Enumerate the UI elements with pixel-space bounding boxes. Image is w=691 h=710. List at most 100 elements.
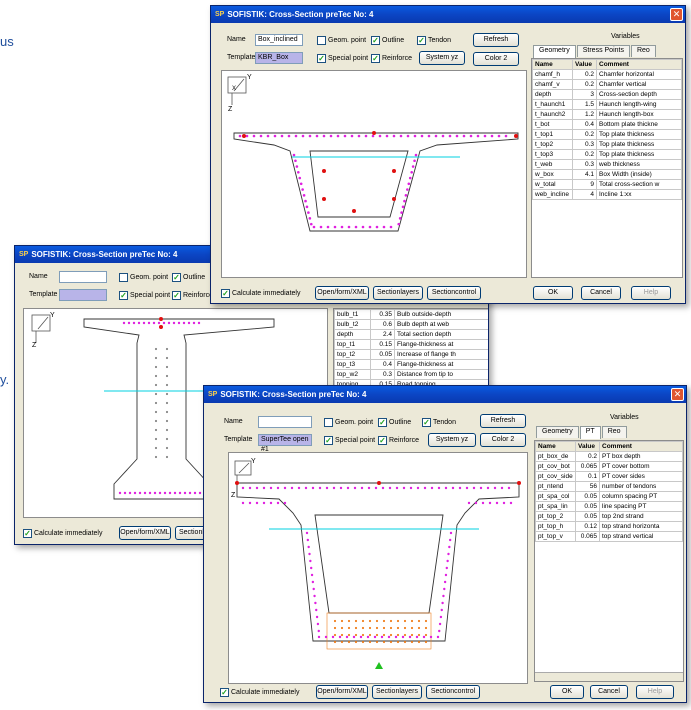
calculate-immediately-checkbox[interactable]: ✓ Calculate immediately	[23, 529, 102, 538]
var-comment-cell[interactable]: PT cover sides	[599, 471, 683, 482]
var-comment-cell[interactable]: Box Width (inside)	[596, 169, 682, 180]
var-name-cell[interactable]: top_t1	[334, 339, 371, 350]
var-comment-cell[interactable]: Cross-section depth	[596, 89, 682, 100]
var-comment-cell[interactable]: Haunch length-wing	[596, 99, 682, 110]
var-value-cell[interactable]: 0.15	[370, 339, 395, 350]
var-comment-cell[interactable]: Top plate thickness	[596, 129, 682, 140]
var-value-cell[interactable]: 0.2	[572, 129, 597, 140]
tab-stress-points[interactable]: Stress Points	[576, 45, 630, 57]
var-value-cell[interactable]: 0.35	[370, 309, 395, 320]
section-canvas[interactable]: Y X Z	[221, 70, 527, 278]
title-bar[interactable]: SP SOFISTIK: Cross-Section preTec No: 4	[204, 386, 686, 403]
tab-geometry[interactable]: Geometry	[533, 45, 576, 58]
section-control-button[interactable]: Sectioncontrol	[427, 286, 481, 300]
var-value-cell[interactable]: 4	[572, 189, 597, 200]
help-button[interactable]: Help	[636, 685, 674, 699]
var-comment-cell[interactable]: Haunch length-box	[596, 109, 682, 120]
table-row[interactable]: web_incline 4 Incline 1:xx	[532, 189, 682, 200]
var-value-cell[interactable]: 0.4	[370, 359, 395, 370]
table-row[interactable]: depth 3 Cross-section depth	[532, 89, 682, 100]
var-name-cell[interactable]: pt_cov_side	[535, 471, 576, 482]
calculate-immediately-checkbox[interactable]: ✓ Calculate immediately	[221, 289, 300, 298]
var-value-cell[interactable]: 0.05	[575, 491, 600, 502]
ok-button[interactable]: OK	[533, 286, 573, 300]
table-row[interactable]: w_total 9 Total cross-section w	[532, 179, 682, 190]
table-row[interactable]: chamf_v 0.2 Chamfer vertical	[532, 79, 682, 90]
var-value-cell[interactable]: 9	[572, 179, 597, 190]
table-row[interactable]: pt_spa_lin 0.05 line spacing PT	[535, 501, 683, 512]
table-row[interactable]: pt_top_h 0.12 top strand horizonta	[535, 521, 683, 532]
var-comment-cell[interactable]: Incline 1:xx	[596, 189, 682, 200]
var-comment-cell[interactable]: Increase of flange th	[394, 349, 488, 360]
reinforce-checkbox[interactable]: ✓ Reinforce	[371, 54, 412, 63]
var-name-cell[interactable]: depth	[532, 89, 573, 100]
template-field[interactable]: SuperTee open #1	[258, 434, 312, 453]
var-value-cell[interactable]: 3	[572, 89, 597, 100]
section-layers-button[interactable]: Sectionlayers	[373, 286, 423, 300]
calculate-immediately-checkbox[interactable]: ✓ Calculate immediately	[220, 688, 299, 697]
var-comment-cell[interactable]: PT box depth	[599, 451, 683, 462]
var-name-cell[interactable]: depth	[334, 329, 371, 340]
horizontal-scrollbar[interactable]	[535, 672, 683, 681]
var-value-cell[interactable]: 0.2	[572, 149, 597, 160]
table-row[interactable]: t_top2 0.3 Top plate thickness	[532, 139, 682, 150]
var-value-cell[interactable]: 0.2	[575, 451, 600, 462]
table-row[interactable]: top_w2 0.3 Distance from tip to	[334, 369, 488, 380]
var-comment-cell[interactable]: top strand horizonta	[599, 521, 683, 532]
close-icon[interactable]: ✕	[670, 8, 683, 21]
column-header-comment[interactable]: Comment	[596, 59, 682, 70]
name-input[interactable]: Box_inclined	[255, 34, 303, 46]
special-point-checkbox[interactable]: ✓ Special point	[324, 436, 375, 445]
reinforce-checkbox[interactable]: ✓ Reinforce	[378, 436, 419, 445]
table-row[interactable]: pt_top_v 0.065 top strand vertical	[535, 531, 683, 542]
var-name-cell[interactable]: chamf_h	[532, 69, 573, 80]
table-row[interactable]: depth 2.4 Total section depth	[334, 329, 488, 340]
special-point-checkbox[interactable]: ✓ Special point	[317, 54, 368, 63]
geom-point-checkbox[interactable]: Geom. point	[317, 36, 366, 45]
table-row[interactable]: t_top1 0.2 Top plate thickness	[532, 129, 682, 140]
table-row[interactable]: pt_top_2 0.05 top 2nd strand	[535, 511, 683, 522]
table-row[interactable]: pt_cov_bot 0.065 PT cover bottom	[535, 461, 683, 472]
var-name-cell[interactable]: pt_box_de	[535, 451, 576, 462]
var-comment-cell[interactable]: Total section depth	[394, 329, 488, 340]
tab-geometry[interactable]: Geometry	[536, 426, 579, 438]
system-yz-button[interactable]: System yz	[428, 433, 476, 447]
open-form-xml-button[interactable]: Open/form/XML	[119, 526, 171, 540]
var-name-cell[interactable]: t_haunch1	[532, 99, 573, 110]
open-form-xml-button[interactable]: Open/form/XML	[315, 286, 369, 300]
var-value-cell[interactable]: 2.4	[370, 329, 395, 340]
table-row[interactable]: top_t2 0.05 Increase of flange th	[334, 349, 488, 360]
var-comment-cell[interactable]: Total cross-section w	[596, 179, 682, 190]
column-header-comment[interactable]: Comment	[599, 441, 683, 452]
var-comment-cell[interactable]: web thickness	[596, 159, 682, 170]
var-value-cell[interactable]: 0.1	[575, 471, 600, 482]
var-name-cell[interactable]: pt_top_2	[535, 511, 576, 522]
var-comment-cell[interactable]: Bulb depth at web	[394, 319, 488, 330]
var-name-cell[interactable]: top_t2	[334, 349, 371, 360]
name-input[interactable]	[59, 271, 107, 283]
var-comment-cell[interactable]: Bulb outside-depth	[394, 309, 488, 320]
var-value-cell[interactable]: 0.05	[575, 511, 600, 522]
var-name-cell[interactable]: pt_top_h	[535, 521, 576, 532]
var-value-cell[interactable]: 0.4	[572, 119, 597, 130]
table-row[interactable]: top_t1 0.15 Flange-thickness at	[334, 339, 488, 350]
system-yz-button[interactable]: System yz	[419, 51, 465, 65]
section-canvas[interactable]: Y Z	[228, 452, 528, 684]
table-row[interactable]: bulb_t2 0.6 Bulb depth at web	[334, 319, 488, 330]
cancel-button[interactable]: Cancel	[590, 685, 628, 699]
color-2-button[interactable]: Color 2	[480, 433, 526, 447]
var-comment-cell[interactable]: number of tendons	[599, 481, 683, 492]
var-name-cell[interactable]: t_haunch2	[532, 109, 573, 120]
table-row[interactable]: w_box 4.1 Box Width (inside)	[532, 169, 682, 180]
column-header-name[interactable]: Name	[535, 441, 576, 452]
var-comment-cell[interactable]: Distance from tip to	[394, 369, 488, 380]
var-value-cell[interactable]: 1.5	[572, 99, 597, 110]
var-name-cell[interactable]: w_total	[532, 179, 573, 190]
var-value-cell[interactable]: 0.065	[575, 531, 600, 542]
outline-checkbox[interactable]: ✓ Outline	[371, 36, 404, 45]
var-comment-cell[interactable]: top 2nd strand	[599, 511, 683, 522]
table-row[interactable]: t_haunch1 1.5 Haunch length-wing	[532, 99, 682, 110]
var-value-cell[interactable]: 0.12	[575, 521, 600, 532]
color-2-button[interactable]: Color 2	[473, 52, 519, 66]
var-name-cell[interactable]: top_w2	[334, 369, 371, 380]
